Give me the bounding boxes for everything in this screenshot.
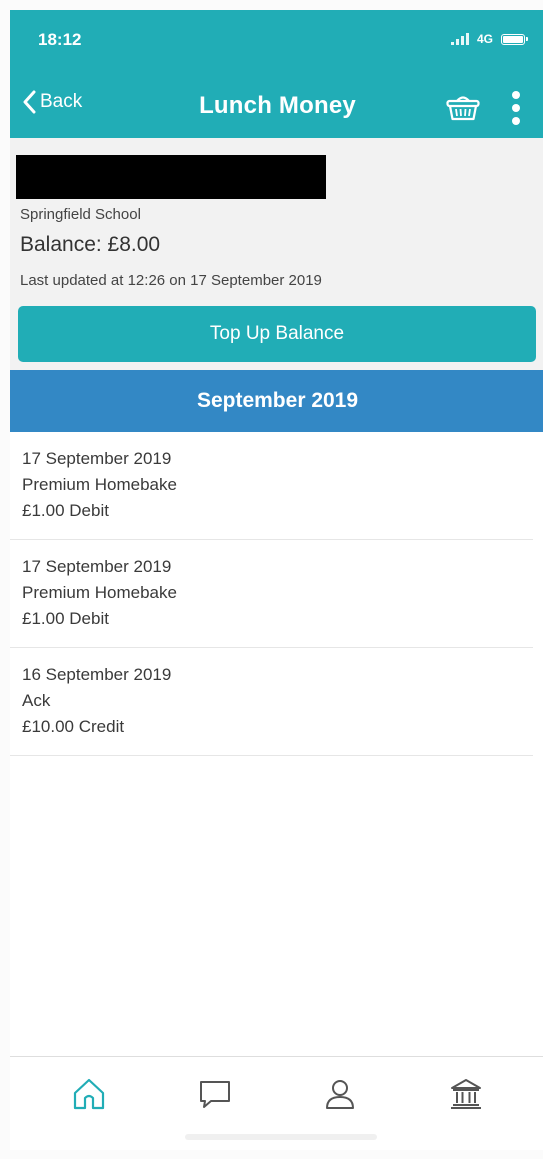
status-indicators: 4G [450,32,528,46]
screen-frame: 18:12 4G Back Lunch Money Springfield Sc… [0,0,543,1159]
transaction-row[interactable]: 16 September 2019 Ack £10.00 Credit [10,648,533,756]
tab-finance[interactable] [436,1069,496,1119]
person-icon [326,1079,355,1109]
transaction-description: Premium Homebake [22,475,177,494]
last-updated: Last updated at 12:26 on 17 September 20… [20,272,322,289]
basket-icon[interactable] [446,94,480,122]
more-menu-icon[interactable] [510,91,522,125]
balance-amount: Balance: £8.00 [20,233,161,256]
redacted-name [16,155,326,199]
transaction-date: 17 September 2019 [22,449,172,468]
status-time: 18:12 [38,30,82,49]
transaction-amount: £1.00 Debit [22,609,109,628]
account-summary: Springfield School Balance: £8.00 Last u… [10,138,543,370]
transaction-row[interactable]: 17 September 2019 Premium Homebake £1.00… [10,540,533,648]
bank-icon [451,1078,482,1109]
transaction-row[interactable]: 17 September 2019 Premium Homebake £1.00… [10,432,533,540]
app-header: 18:12 4G Back Lunch Money [10,10,543,138]
transaction-description: Premium Homebake [22,583,177,602]
home-indicator[interactable] [185,1134,377,1140]
battery-icon [501,33,528,45]
network-type: 4G [476,32,493,46]
tab-profile[interactable] [310,1069,370,1119]
home-icon [73,1078,104,1109]
signal-icon [450,33,469,45]
tab-messages[interactable] [185,1069,245,1119]
transaction-list: 17 September 2019 Premium Homebake £1.00… [10,432,543,756]
top-up-balance-button[interactable]: Top Up Balance [18,306,536,362]
month-header: September 2019 [10,370,543,432]
tab-bar [10,1056,543,1130]
transaction-date: 16 September 2019 [22,665,172,684]
chat-bubble-icon [199,1080,230,1108]
transaction-amount: £1.00 Debit [22,501,109,520]
tab-home[interactable] [59,1069,119,1119]
transaction-date: 17 September 2019 [22,557,172,576]
school-name: Springfield School [20,206,141,223]
transaction-description: Ack [22,691,51,710]
transaction-amount: £10.00 Credit [22,717,125,736]
app-screen: 18:12 4G Back Lunch Money Springfield Sc… [10,10,543,1150]
